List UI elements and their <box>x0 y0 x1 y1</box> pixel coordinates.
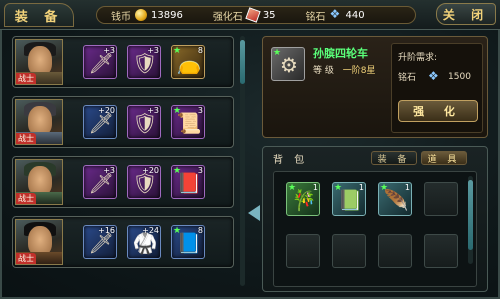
backpack-slot-empty[interactable] <box>424 182 458 216</box>
chariot-icon: ⚙ <box>280 53 298 77</box>
currency-value: 35 <box>262 9 276 21</box>
backpack-slot[interactable]: ★ 🎋 1 <box>286 182 320 216</box>
hero-portrait[interactable]: 战士 <box>15 219 63 265</box>
enhance-level: +3 <box>147 46 159 55</box>
item-detail-panel: ★ ⚙ 孙膑四轮车 等 级 一阶8星 升阶需求: 铭石 1500 强 化 <box>262 36 488 138</box>
hero-class-badge: 战士 <box>16 73 36 84</box>
currency-enhance-stone: 强化石 35 <box>212 7 276 23</box>
accessory-slot[interactable]: ★ 📜 3 <box>171 105 205 139</box>
inscription-stone-icon <box>330 7 342 21</box>
item-count: 1 <box>358 183 364 192</box>
requirement-value: 1500 <box>448 71 471 82</box>
weapon-slot[interactable]: 🗡 +20 <box>83 105 117 139</box>
currency-label: 强化石 <box>212 11 243 23</box>
currency-value: 440 <box>345 9 365 21</box>
currency-coin: 钱币 13896 <box>111 8 183 23</box>
backpack-scroll-thumb[interactable] <box>468 180 473 250</box>
tab-items[interactable]: 道 具 <box>421 151 467 165</box>
item-count: 1 <box>404 183 410 192</box>
hero-row[interactable]: 战士 🗡 +3 🛡 +20 ★ 📕 3 <box>12 156 234 208</box>
armor-slot[interactable]: 🥋 +24 <box>127 225 161 259</box>
top-bar: 装 备 钱币 13896 强化石 35 铭石 440 关 闭 <box>0 0 500 30</box>
selected-item-slot: ★ ⚙ <box>271 47 305 81</box>
tab-equipment[interactable]: 装 备 <box>371 151 417 165</box>
item-grade: 等 级 一阶8星 <box>313 63 375 76</box>
close-button[interactable]: 关 闭 <box>436 3 496 25</box>
weapon-slot[interactable]: 🗡 +3 <box>83 45 117 79</box>
backpack-slot-empty[interactable] <box>424 234 458 268</box>
currency-inscription-stone: 铭石 440 <box>305 7 365 23</box>
backpack-panel: 背 包 装 备 道 具 ★ 🎋 1 ★ 📗 1 ★ 🪶 1 <box>262 146 488 292</box>
inscription-stone-icon <box>428 69 440 83</box>
upgrade-requirement-box: 升阶需求: 铭石 1500 强 化 <box>391 43 483 133</box>
hero-row[interactable]: 战士 🗡 +3 🛡 +3 ★ 👝 8 <box>12 36 234 88</box>
hero-portrait[interactable]: 战士 <box>15 99 63 145</box>
hero-list-scroll-thumb[interactable] <box>240 40 245 84</box>
requirement-item: 铭石 <box>398 73 417 83</box>
enhance-level: +16 <box>98 226 115 235</box>
backpack-slot-empty[interactable] <box>332 234 366 268</box>
coin-icon <box>135 9 147 21</box>
window-title: 装 备 <box>4 3 74 27</box>
hero-row[interactable]: 战士 🗡 +20 🛡 +3 ★ 📜 3 <box>12 96 234 148</box>
backpack-slot[interactable]: ★ 📗 1 <box>332 182 366 216</box>
accessory-slot[interactable]: ★ 📘 8 <box>171 225 205 259</box>
armor-slot[interactable]: 🛡 +3 <box>127 105 161 139</box>
hero-row[interactable]: 战士 🗡 +16 🥋 +24 ★ 📘 8 <box>12 216 234 268</box>
star-level: 3 <box>197 166 203 175</box>
currency-bar: 钱币 13896 强化石 35 铭石 440 <box>96 6 416 24</box>
weapon-slot[interactable]: 🗡 +3 <box>83 165 117 199</box>
grade-value: 一阶8星 <box>342 66 376 76</box>
hero-class-badge: 战士 <box>16 193 36 204</box>
backpack-slot[interactable]: ★ 🪶 1 <box>378 182 412 216</box>
armor-slot[interactable]: 🛡 +20 <box>127 165 161 199</box>
enhance-level: +20 <box>142 166 159 175</box>
upgrade-button[interactable]: 强 化 <box>398 100 478 122</box>
requirement-line: 铭石 1500 <box>398 69 471 84</box>
enhance-level: +3 <box>103 166 115 175</box>
enhance-level: +24 <box>142 226 159 235</box>
item-name: 孙膑四轮车 <box>313 47 368 60</box>
backpack-grid: ★ 🎋 1 ★ 📗 1 ★ 🪶 1 <box>273 171 477 287</box>
currency-label: 钱币 <box>111 11 131 23</box>
star-level: 8 <box>197 46 203 55</box>
currency-label: 铭石 <box>305 11 326 23</box>
weapon-slot[interactable]: 🗡 +16 <box>83 225 117 259</box>
accessory-slot[interactable]: ★ 👝 8 <box>171 45 205 79</box>
hero-class-badge: 战士 <box>16 253 36 264</box>
enhance-stone-icon <box>245 7 261 23</box>
item-count: 1 <box>312 183 318 192</box>
enhance-level: +20 <box>98 106 115 115</box>
enhance-level: +3 <box>147 106 159 115</box>
hero-portrait[interactable]: 战士 <box>15 39 63 85</box>
enhance-level: +3 <box>103 46 115 55</box>
hero-portrait[interactable]: 战士 <box>15 159 63 205</box>
backpack-title: 背 包 <box>273 155 309 166</box>
backpack-slot-empty[interactable] <box>286 234 320 268</box>
armor-slot[interactable]: 🛡 +3 <box>127 45 161 79</box>
accessory-slot[interactable]: ★ 📕 3 <box>171 165 205 199</box>
currency-value: 13896 <box>151 9 183 21</box>
star-level: 8 <box>197 226 203 235</box>
requirement-title: 升阶需求: <box>398 53 438 63</box>
grade-label: 等 级 <box>313 66 334 76</box>
star-level: 3 <box>197 106 203 115</box>
backpack-slot-empty[interactable] <box>378 234 412 268</box>
hero-class-badge: 战士 <box>16 133 36 144</box>
transfer-arrow-icon[interactable] <box>248 205 260 221</box>
